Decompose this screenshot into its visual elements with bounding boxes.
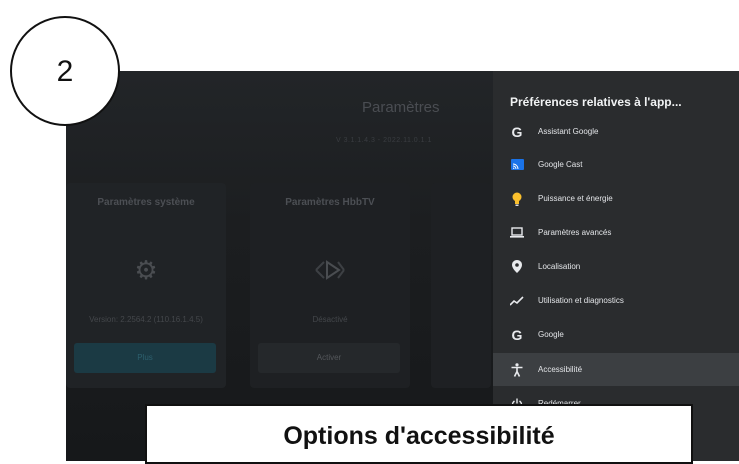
menu-item-advanced-settings[interactable]: Paramètres avancés [493, 216, 739, 249]
menu-item-label: Puissance et énergie [538, 194, 613, 203]
trend-icon [510, 294, 524, 308]
menu-item-location[interactable]: Localisation [493, 250, 739, 283]
menu-item-label: Utilisation et diagnostics [538, 296, 624, 305]
card-subtitle: Version: 2.2564.2 (110.16.1.4.5) [89, 315, 203, 324]
background-title: Paramètres [362, 99, 440, 116]
card-subtitle: Désactivé [312, 315, 348, 324]
more-button[interactable]: Plus [74, 343, 216, 373]
menu-item-label: Accessibilité [538, 365, 583, 374]
google-g-icon: G [511, 326, 523, 343]
cast-icon [510, 158, 524, 172]
location-pin-icon [510, 260, 524, 274]
menu-item-label: Assistant Google [538, 127, 599, 136]
caption-text: Options d'accessibilité [283, 422, 555, 450]
card-partial [431, 183, 491, 388]
menu-item-usage-diagnostics[interactable]: Utilisation et diagnostics [493, 284, 739, 317]
menu-item-google-cast[interactable]: Google Cast [493, 148, 739, 181]
background-version: V 3.1.1.4.3 - 2022.11.0.1.1 [336, 137, 432, 144]
card-system-settings[interactable]: Paramètres système ⚙ Version: 2.2564.2 (… [66, 183, 226, 388]
laptop-icon [510, 226, 524, 240]
menu-item-label: Localisation [538, 262, 581, 271]
google-g-icon: G [511, 123, 523, 140]
card-title: Paramètres HbbTV [285, 197, 375, 208]
panel-title: Préférences relatives à l'app... [510, 95, 682, 109]
gear-icon: ⚙ [134, 255, 158, 285]
caption-box: Options d'accessibilité [145, 404, 693, 464]
menu-item-assistant-google[interactable]: G Assistant Google [493, 115, 739, 148]
menu-item-label: Google [538, 330, 564, 339]
tv-screen: Paramètres V 3.1.1.4.3 - 2022.11.0.1.1 P… [66, 71, 739, 461]
step-number: 2 [56, 55, 74, 88]
activate-button[interactable]: Activer [258, 343, 400, 373]
menu-item-label: Google Cast [538, 160, 583, 169]
menu-item-google[interactable]: G Google [493, 318, 739, 351]
menu-item-accessibility[interactable]: Accessibilité [493, 353, 739, 386]
step-number-badge: 2 [10, 16, 120, 126]
card-hbbtv-settings[interactable]: Paramètres HbbTV Désactivé Activer [250, 183, 410, 388]
lightbulb-icon [510, 192, 524, 206]
menu-item-label: Paramètres avancés [538, 228, 612, 237]
card-title: Paramètres système [97, 197, 195, 208]
app-preferences-panel: Préférences relatives à l'app... G Assis… [493, 71, 739, 461]
accessibility-icon [510, 362, 524, 377]
menu-item-power-energy[interactable]: Puissance et énergie [493, 182, 739, 215]
play-icon [250, 255, 410, 292]
